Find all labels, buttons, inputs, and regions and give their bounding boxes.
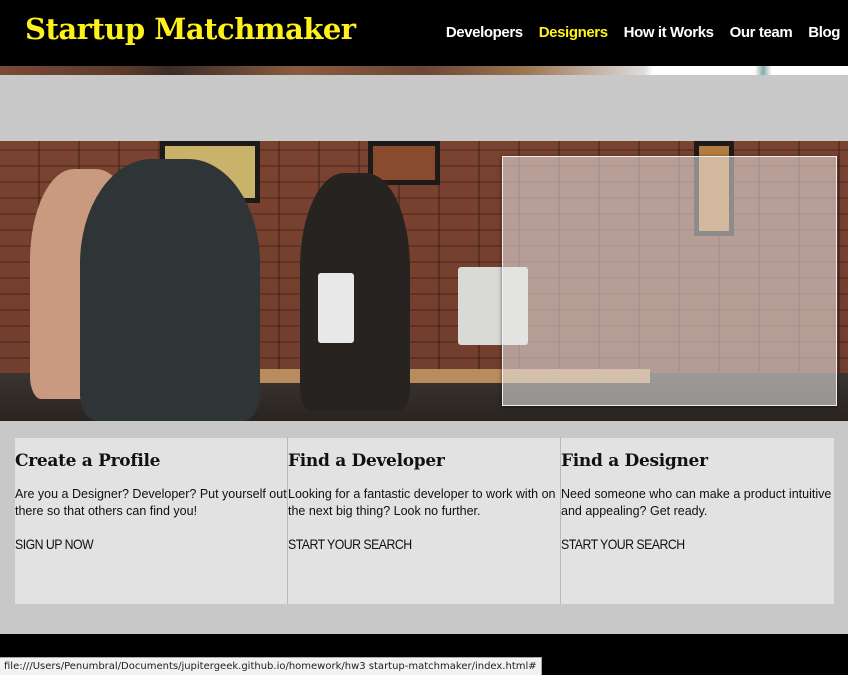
card-title: Find a Developer [288, 451, 445, 471]
card-find-designer: Find a Designer Need someone who can mak… [561, 438, 834, 604]
sign-up-link[interactable]: SIGN UP NOW [15, 536, 94, 552]
card-create-profile: Create a Profile Are you a Designer? Dev… [15, 438, 288, 604]
site-logo[interactable]: Startup Matchmaker [25, 12, 356, 46]
hero-photo-top-slice [0, 66, 848, 75]
laptop-photo [318, 273, 354, 343]
main-nav: Developers Designers How it Works Our te… [446, 24, 841, 41]
nav-our-team[interactable]: Our team [730, 24, 793, 41]
nav-developers[interactable]: Developers [446, 24, 523, 41]
page: Startup Matchmaker Developers Designers … [0, 0, 848, 675]
browser-status-url: file:///Users/Penumbral/Documents/jupite… [0, 657, 542, 675]
hero-overlay-box [502, 156, 837, 406]
card-body: Are you a Designer? Developer? Put yours… [15, 487, 287, 518]
start-search-developer-link[interactable]: START YOUR SEARCH [288, 536, 412, 552]
feature-cards: Create a Profile Are you a Designer? Dev… [15, 438, 834, 604]
card-body: Need someone who can make a product intu… [561, 487, 832, 518]
gray-band [0, 75, 848, 141]
person-photo [80, 159, 260, 421]
card-title: Find a Designer [561, 451, 708, 471]
card-body: Looking for a fantastic developer to wor… [288, 487, 556, 518]
person-photo [300, 173, 410, 411]
card-title: Create a Profile [15, 451, 161, 471]
nav-blog[interactable]: Blog [808, 24, 840, 41]
card-find-developer: Find a Developer Looking for a fantastic… [288, 438, 561, 604]
nav-designers[interactable]: Designers [539, 24, 608, 41]
nav-how-it-works[interactable]: How it Works [624, 24, 714, 41]
site-header: Startup Matchmaker Developers Designers … [0, 0, 848, 66]
start-search-designer-link[interactable]: START YOUR SEARCH [561, 536, 685, 552]
